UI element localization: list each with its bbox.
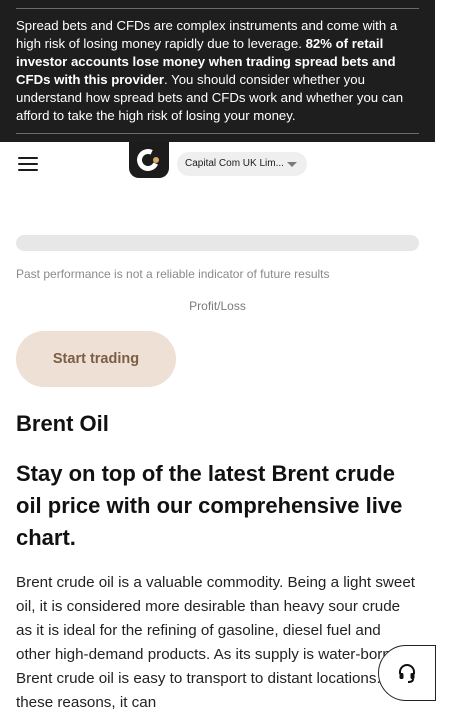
- capital-com-logo[interactable]: [129, 142, 169, 178]
- profit-loss-label: Profit/Loss: [189, 299, 246, 313]
- banner-divider-top: [16, 8, 419, 9]
- top-navigation: Capital Com UK Lim...: [0, 142, 435, 188]
- entity-selector-label: Capital Com UK Lim...: [185, 158, 284, 169]
- risk-warning-text: Spread bets and CFDs are complex instrum…: [16, 18, 404, 123]
- past-performance-disclaimer: Past performance is not a reliable indic…: [16, 267, 330, 281]
- price-chart-placeholder: [16, 235, 419, 251]
- logo-dot: [153, 157, 159, 163]
- entity-selector[interactable]: Capital Com UK Lim...: [177, 152, 307, 176]
- page-title: Brent Oil: [16, 411, 109, 436]
- support-chat-button[interactable]: [378, 645, 436, 701]
- banner-divider-bottom: [16, 133, 419, 134]
- hamburger-menu-icon[interactable]: [18, 156, 38, 172]
- description-paragraph: Brent crude oil is a valuable commodity.…: [16, 574, 416, 711]
- headset-icon: [399, 664, 415, 683]
- start-trading-button[interactable]: Start trading: [16, 331, 176, 387]
- caret-down-icon: [287, 162, 297, 167]
- page-subtitle: Stay on top of the latest Brent crude oi…: [16, 461, 403, 550]
- risk-warning-banner: Spread bets and CFDs are complex instrum…: [0, 0, 435, 142]
